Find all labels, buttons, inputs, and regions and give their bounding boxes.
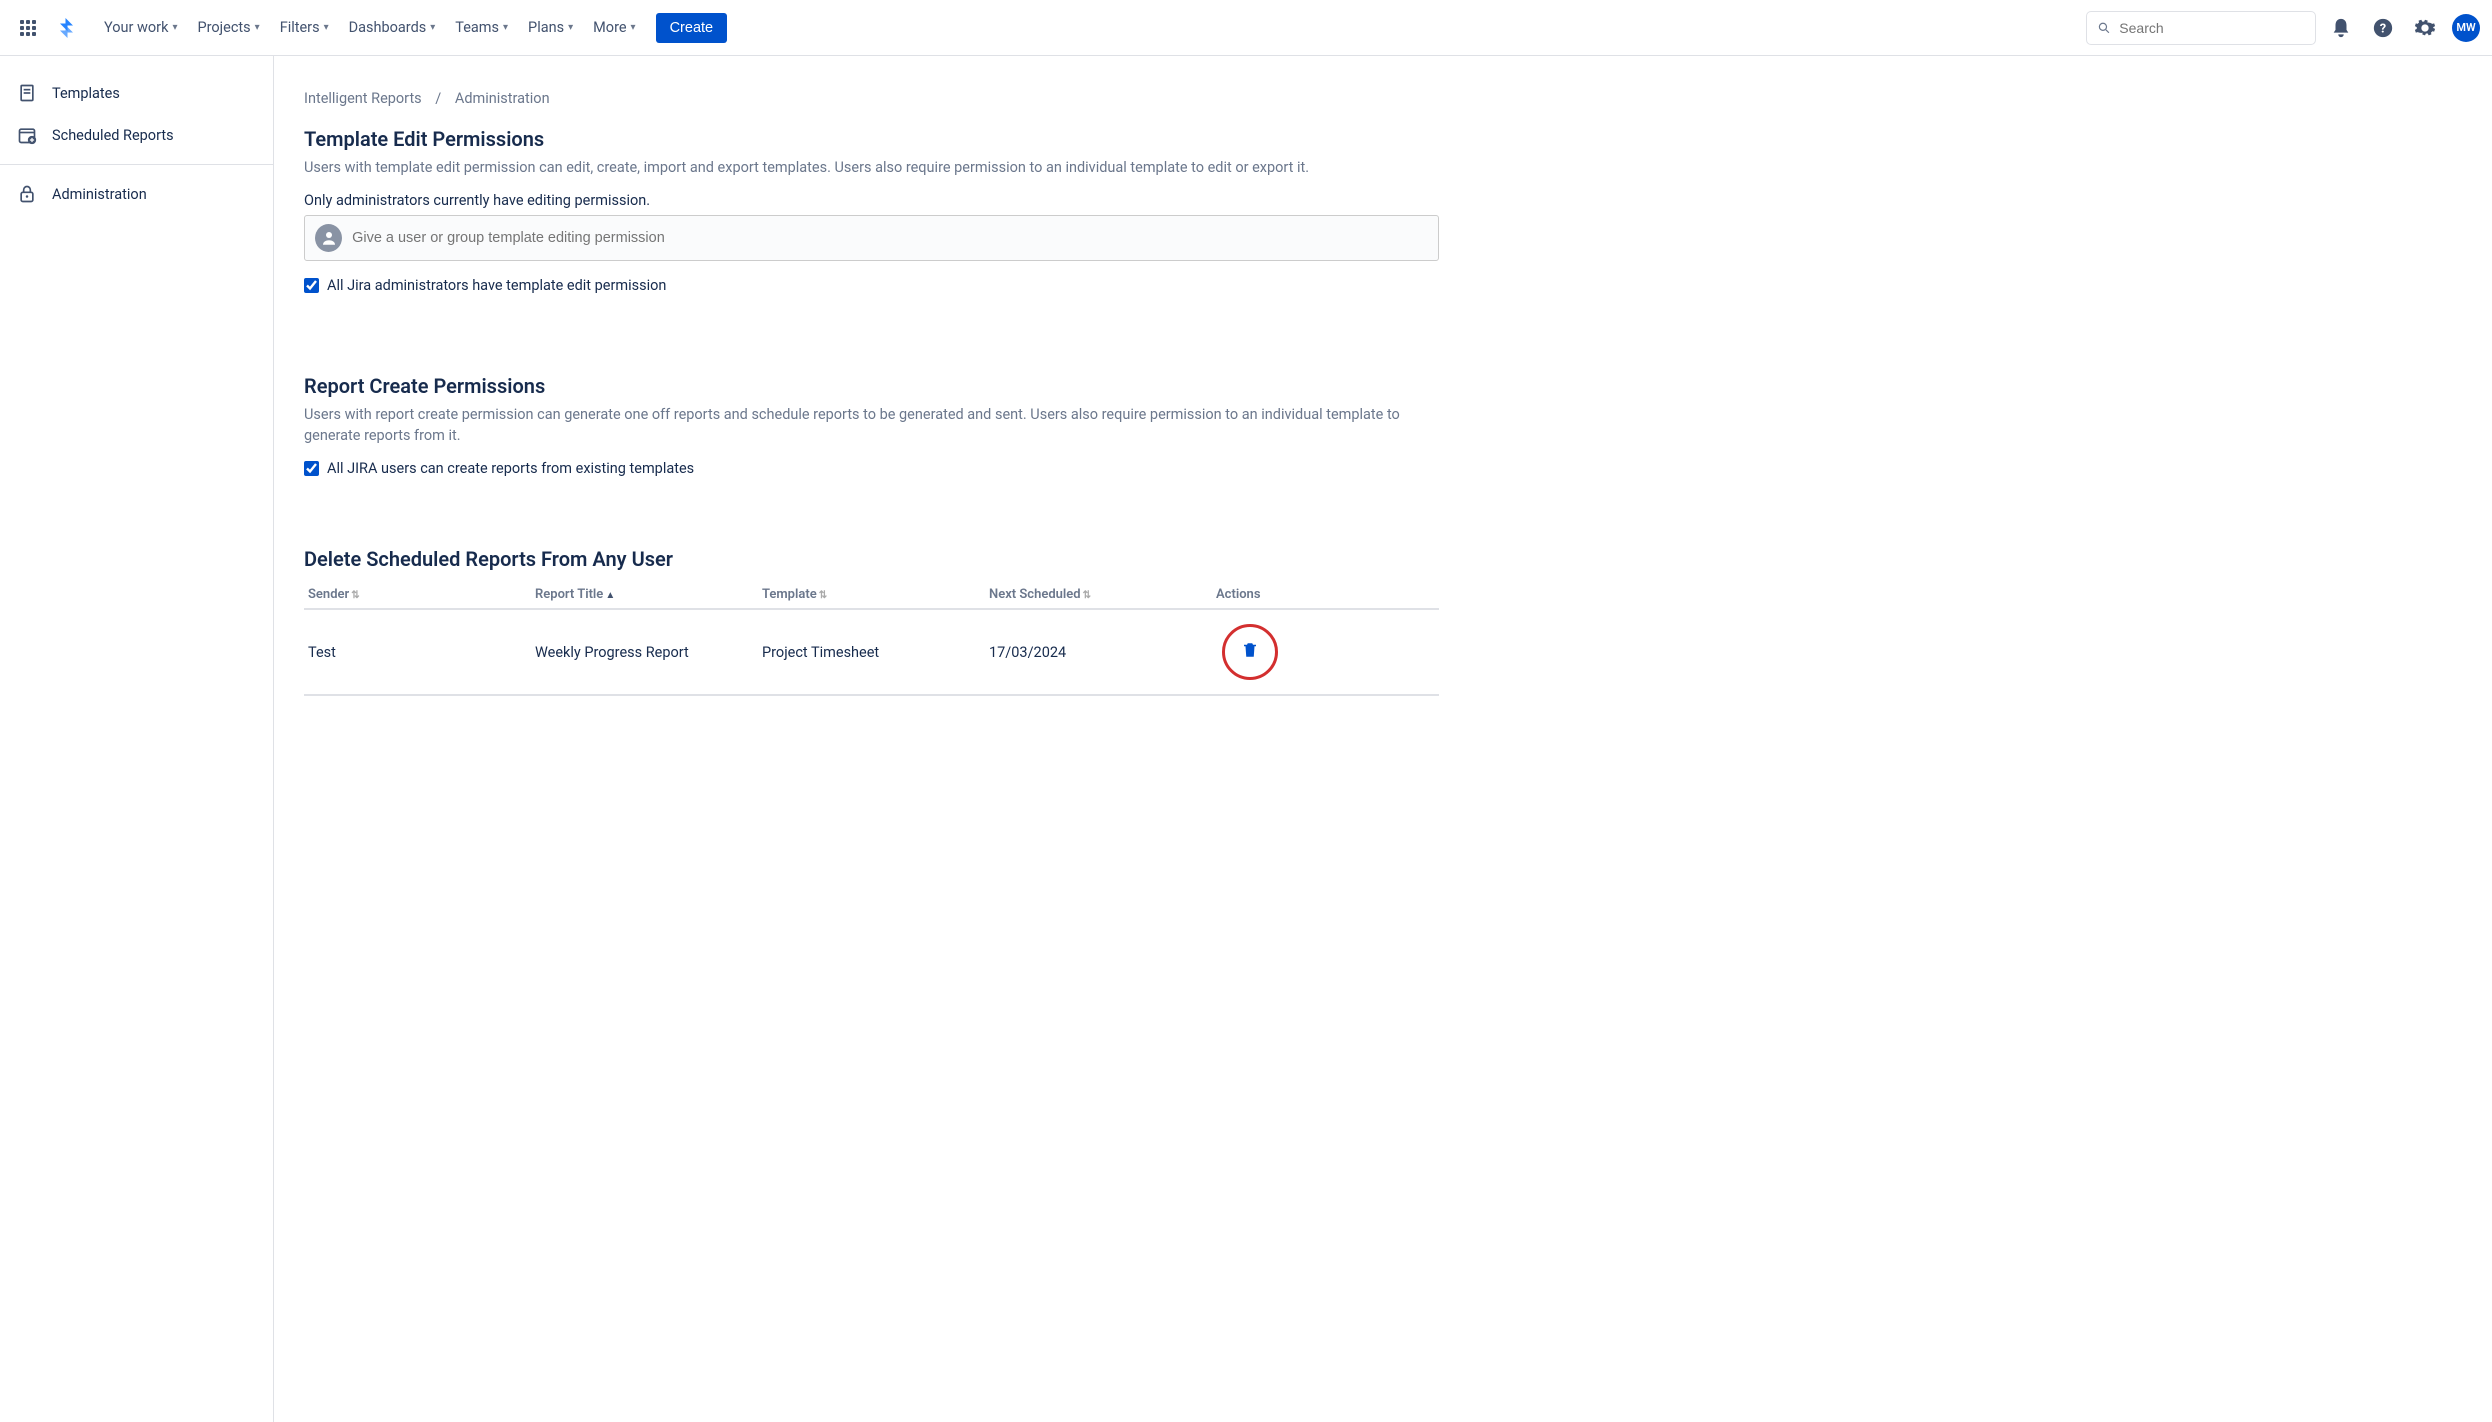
cell-actions xyxy=(1212,609,1439,695)
col-template[interactable]: Template⇅ xyxy=(758,579,985,609)
checkbox-label: All JIRA users can create reports from e… xyxy=(327,460,694,477)
admin-edit-permission-checkbox[interactable] xyxy=(304,278,319,293)
chevron-down-icon: ▾ xyxy=(568,22,573,33)
chevron-down-icon: ▾ xyxy=(430,22,435,33)
section-title-report-permissions: Report Create Permissions xyxy=(304,374,2452,398)
notifications-icon[interactable] xyxy=(2324,11,2358,45)
table-row: Test Weekly Progress Report Project Time… xyxy=(304,609,1439,695)
highlight-circle xyxy=(1222,624,1278,680)
document-icon xyxy=(16,82,38,104)
sort-icon: ⇅ xyxy=(819,590,827,601)
section-description: Users with template edit permission can … xyxy=(304,157,1434,178)
nav-plans[interactable]: Plans ▾ xyxy=(520,13,581,42)
scheduled-reports-table: Sender⇅ Report Title▲ Template⇅ Next Sch… xyxy=(304,579,1439,696)
section-title-delete-scheduled: Delete Scheduled Reports From Any User xyxy=(304,547,2452,571)
sidebar: Templates Scheduled Reports Administrati… xyxy=(0,56,274,1422)
top-nav: Your work ▾ Projects ▾ Filters ▾ Dashboards… xyxy=(0,0,2492,56)
nav-label: Projects xyxy=(197,19,250,36)
nav-label: Dashboards xyxy=(349,19,427,36)
chevron-down-icon: ▾ xyxy=(255,22,260,33)
help-icon[interactable]: ? xyxy=(2366,11,2400,45)
divider xyxy=(0,164,273,165)
cell-template: Project Timesheet xyxy=(758,609,985,695)
sort-icon: ⇅ xyxy=(351,590,359,601)
cell-next-scheduled: 17/03/2024 xyxy=(985,609,1212,695)
breadcrumb-item[interactable]: Intelligent Reports xyxy=(304,90,422,107)
chevron-down-icon: ▾ xyxy=(324,22,329,33)
nav-label: Teams xyxy=(455,19,499,36)
breadcrumb: Intelligent Reports / Administration xyxy=(304,90,2452,107)
cell-sender: Test xyxy=(304,609,531,695)
svg-text:?: ? xyxy=(2380,21,2386,36)
nav-label: Plans xyxy=(528,19,564,36)
sort-asc-icon: ▲ xyxy=(605,590,615,601)
settings-icon[interactable] xyxy=(2408,11,2442,45)
chevron-down-icon: ▾ xyxy=(172,22,177,33)
breadcrumb-item[interactable]: Administration xyxy=(455,90,550,107)
delete-button[interactable] xyxy=(1241,641,1259,663)
sidebar-scheduled-reports[interactable]: Scheduled Reports xyxy=(0,114,273,156)
chevron-down-icon: ▾ xyxy=(631,22,636,33)
permission-grant-input[interactable] xyxy=(352,230,1428,246)
nav-label: More xyxy=(593,19,626,36)
main-content: Intelligent Reports / Administration Tem… xyxy=(274,56,2492,1422)
col-actions: Actions xyxy=(1212,579,1439,609)
search-input[interactable] xyxy=(2119,20,2305,36)
sort-icon: ⇅ xyxy=(1083,590,1091,601)
nav-items: Your work ▾ Projects ▾ Filters ▾ Dashboards… xyxy=(96,13,727,43)
search-input-wrap[interactable] xyxy=(2086,11,2316,45)
checkbox-label: All Jira administrators have template ed… xyxy=(327,277,666,294)
users-create-reports-checkbox-row[interactable]: All JIRA users can create reports from e… xyxy=(304,460,2452,477)
jira-logo-icon[interactable] xyxy=(52,14,80,42)
nav-label: Your work xyxy=(104,19,168,36)
sidebar-label: Scheduled Reports xyxy=(52,127,174,144)
app-switcher-icon[interactable] xyxy=(12,12,44,44)
lock-icon xyxy=(16,183,38,205)
admin-permission-note: Only administrators currently have editi… xyxy=(304,192,2452,209)
chevron-down-icon: ▾ xyxy=(503,22,508,33)
nav-projects[interactable]: Projects ▾ xyxy=(189,13,267,42)
person-icon xyxy=(315,224,342,252)
nav-your-work[interactable]: Your work ▾ xyxy=(96,13,185,42)
nav-more[interactable]: More ▾ xyxy=(585,13,643,42)
col-sender[interactable]: Sender⇅ xyxy=(304,579,531,609)
nav-label: Filters xyxy=(280,19,320,36)
cell-report-title: Weekly Progress Report xyxy=(531,609,758,695)
col-next-scheduled[interactable]: Next Scheduled⇅ xyxy=(985,579,1212,609)
table-header-row: Sender⇅ Report Title▲ Template⇅ Next Sch… xyxy=(304,579,1439,609)
nav-dashboards[interactable]: Dashboards▾ xyxy=(341,13,444,42)
section-description: Users with report create permission can … xyxy=(304,404,1434,446)
admin-edit-permission-checkbox-row[interactable]: All Jira administrators have template ed… xyxy=(304,277,2452,294)
sidebar-label: Administration xyxy=(52,186,147,203)
col-report-title[interactable]: Report Title▲ xyxy=(531,579,758,609)
breadcrumb-separator: / xyxy=(435,90,441,107)
sidebar-templates[interactable]: Templates xyxy=(0,72,273,114)
permission-grant-input-wrap[interactable] xyxy=(304,215,1439,261)
sidebar-administration[interactable]: Administration xyxy=(0,173,273,215)
user-avatar[interactable]: MW xyxy=(2452,14,2480,42)
calendar-plus-icon xyxy=(16,124,38,146)
search-icon xyxy=(2097,20,2111,36)
nav-filters[interactable]: Filters ▾ xyxy=(272,13,337,42)
nav-teams[interactable]: Teams ▾ xyxy=(447,13,516,42)
users-create-reports-checkbox[interactable] xyxy=(304,461,319,476)
section-title-template-permissions: Template Edit Permissions xyxy=(304,127,2452,151)
sidebar-label: Templates xyxy=(52,85,120,102)
create-button[interactable]: Create xyxy=(656,13,728,43)
